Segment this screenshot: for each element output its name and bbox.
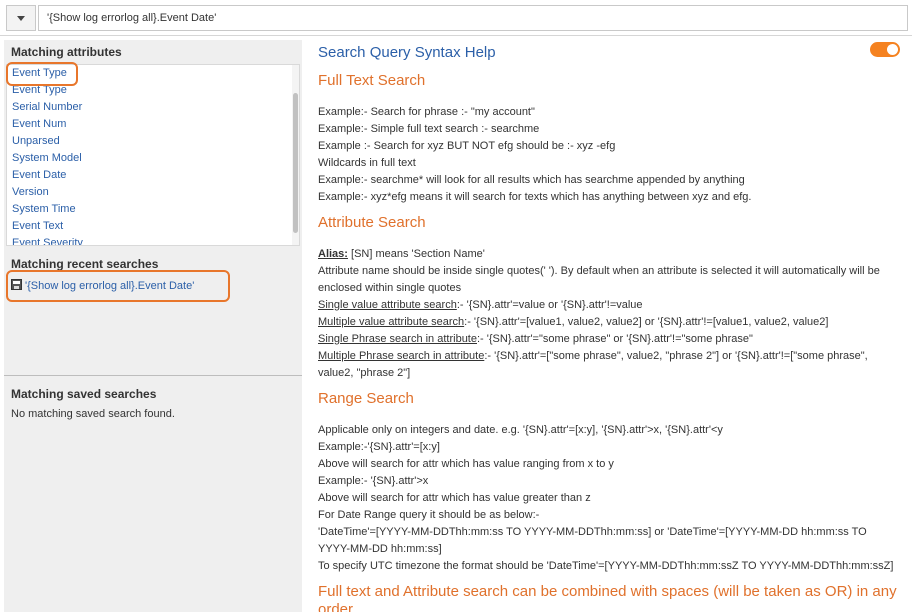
- help-line: Applicable only on integers and date. e.…: [318, 424, 723, 436]
- attributes-list[interactable]: Event Type Event Type Serial Number Even…: [6, 64, 300, 246]
- attribute-item[interactable]: System Time: [7, 201, 299, 218]
- matching-attributes-title: Matching attributes: [11, 45, 122, 59]
- attribute-item[interactable]: Unparsed: [7, 133, 299, 150]
- no-saved-search-message: No matching saved search found.: [11, 408, 175, 420]
- help-line: Example :- Search for xyz BUT NOT efg sh…: [318, 140, 616, 152]
- attribute-item[interactable]: Event Num: [7, 116, 299, 133]
- help-line: For Date Range query it should be as bel…: [318, 509, 540, 521]
- help-line: Example:- '{SN}.attr'>x: [318, 475, 429, 487]
- alias-text: [SN] means 'Section Name': [347, 248, 485, 260]
- single-value-line: Single value attribute search:- '{SN}.at…: [318, 297, 898, 314]
- help-toggle-switch[interactable]: [870, 42, 900, 57]
- attribute-item[interactable]: Event Severity: [7, 235, 299, 245]
- help-line: Above will search for attr which has val…: [318, 492, 591, 504]
- help-line: Example:- Simple full text search :- sea…: [318, 123, 540, 135]
- multi-phrase-line: Multiple Phrase search in attribute:- '{…: [318, 348, 898, 382]
- attribute-item[interactable]: Serial Number: [7, 99, 299, 116]
- scrollbar-thumb[interactable]: [293, 93, 298, 233]
- alias-label: Alias:: [318, 248, 348, 260]
- matching-saved-searches-panel: Matching saved searches No matching save…: [4, 382, 302, 612]
- syntax-help-panel: Search Query Syntax Help Full Text Searc…: [306, 40, 906, 612]
- alias-line: Alias: [SN] means 'Section Name': [318, 246, 898, 263]
- help-line: Above will search for attr which has val…: [318, 458, 614, 470]
- attributes-scrollbar[interactable]: [292, 65, 299, 245]
- combined-search-heading: Full text and Attribute search can be co…: [318, 583, 897, 612]
- multi-value-label: Multiple value attribute search: [318, 316, 465, 328]
- help-line: Example:- Search for phrase :- "my accou…: [318, 106, 535, 118]
- help-line: Example:- searchme* will look for all re…: [318, 174, 745, 186]
- highlight-event-type: [6, 62, 78, 86]
- highlight-recent-search: [6, 270, 230, 302]
- attribute-item[interactable]: Event Date: [7, 167, 299, 184]
- help-line: To specify UTC timezone the format shoul…: [318, 560, 894, 572]
- single-phrase-label: Single Phrase search in attribute: [318, 333, 477, 345]
- matching-saved-title: Matching saved searches: [11, 387, 157, 401]
- range-search-heading: Range Search: [318, 390, 414, 407]
- help-line: Example:- xyz*efg means it will search f…: [318, 191, 752, 203]
- attribute-item[interactable]: Version: [7, 184, 299, 201]
- full-text-heading: Full Text Search: [318, 72, 426, 89]
- search-dropdown-button[interactable]: [6, 5, 36, 31]
- single-value-text: :- '{SN}.attr'=value or '{SN}.attr'!=val…: [456, 299, 643, 311]
- quotes-line: Attribute name should be inside single q…: [318, 265, 880, 294]
- multi-value-line: Multiple value attribute search:- '{SN}.…: [318, 314, 898, 331]
- help-title: Search Query Syntax Help: [318, 44, 496, 61]
- chevron-down-icon: [17, 16, 25, 21]
- single-phrase-text: :- '{SN}.attr'="some phrase" or '{SN}.at…: [476, 333, 753, 345]
- help-line: Wildcards in full text: [318, 157, 416, 169]
- multi-value-text: :- '{SN}.attr'=[value1, value2, value2] …: [464, 316, 829, 328]
- search-bar: '{Show log errorlog all}.Event Date': [0, 0, 912, 36]
- help-line: Example:-'{SN}.attr'=[x:y]: [318, 441, 440, 453]
- right-edge: [906, 40, 912, 612]
- toggle-knob: [887, 44, 898, 55]
- help-line: 'DateTime'=[YYYY-MM-DDThh:mm:ss TO YYYY-…: [318, 526, 867, 555]
- suggestions-panel: Matching attributes Event Type Event Typ…: [4, 40, 302, 612]
- help-body: Full Text Search Example:- Search for ph…: [318, 72, 898, 612]
- attribute-item[interactable]: System Model: [7, 150, 299, 167]
- single-value-label: Single value attribute search: [318, 299, 457, 311]
- single-phrase-line: Single Phrase search in attribute:- '{SN…: [318, 331, 898, 348]
- attribute-search-heading: Attribute Search: [318, 214, 426, 231]
- attribute-item[interactable]: Event Text: [7, 218, 299, 235]
- multi-phrase-label: Multiple Phrase search in attribute: [318, 350, 485, 362]
- search-input[interactable]: '{Show log errorlog all}.Event Date': [38, 5, 908, 31]
